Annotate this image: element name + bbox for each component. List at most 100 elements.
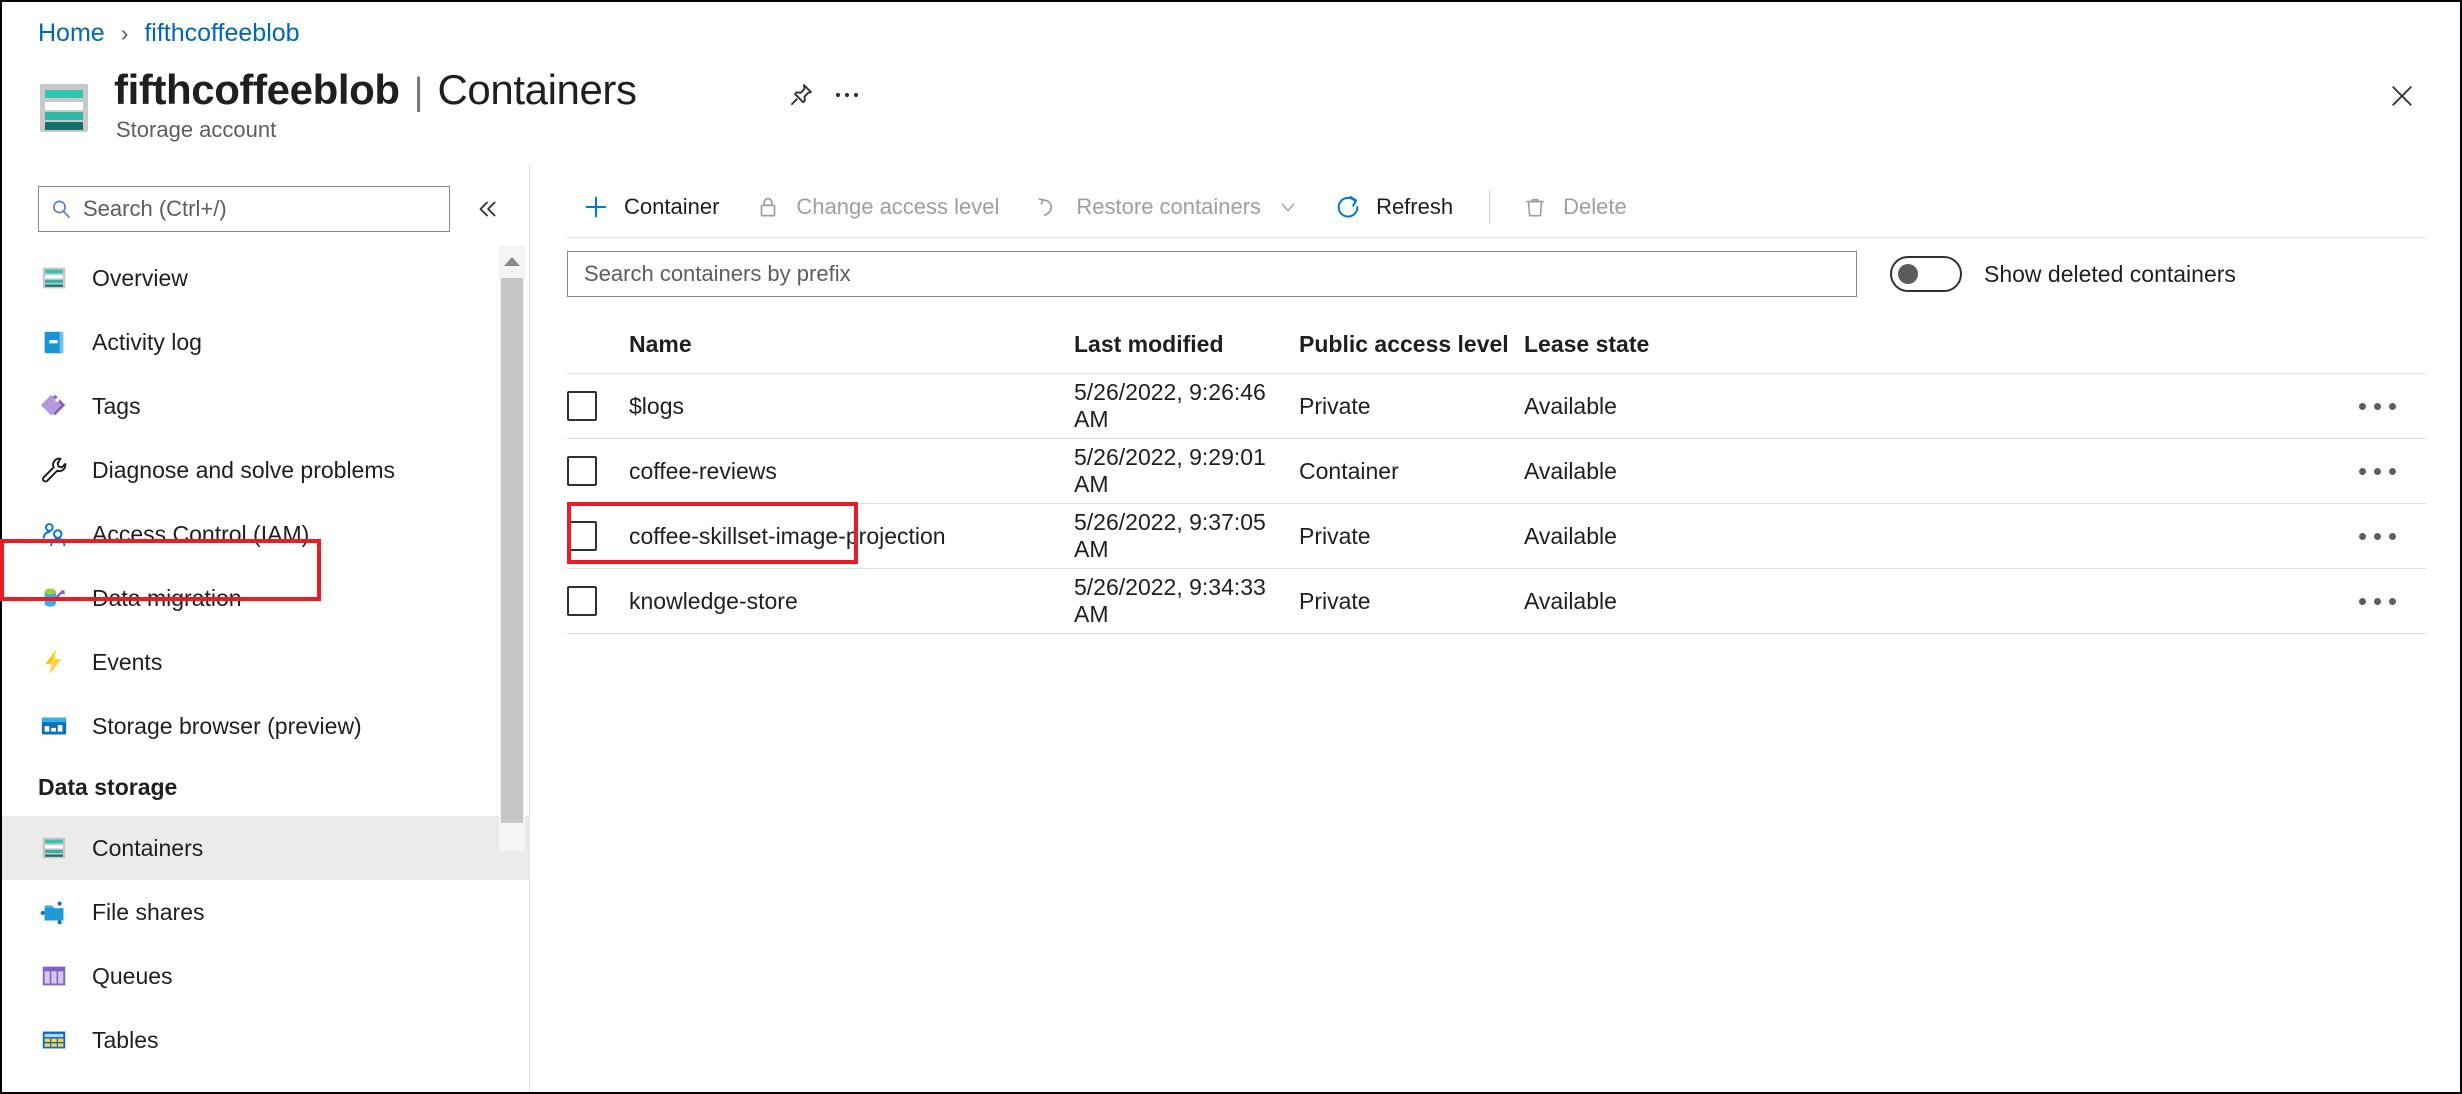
cell-last-modified: 5/26/2022, 9:34:33 AM — [1074, 574, 1266, 627]
toolbar-label: Restore containers — [1076, 193, 1262, 219]
pin-icon[interactable] — [778, 72, 824, 118]
cell-public-access-level: Container — [1299, 457, 1399, 484]
more-options-icon[interactable] — [2350, 451, 2404, 491]
row-checkbox-cell — [567, 521, 629, 551]
table-row[interactable]: coffee-skillset-image-projection 5/26/20… — [567, 502, 2426, 569]
row-checkbox[interactable] — [567, 456, 597, 486]
table-row[interactable]: coffee-reviews 5/26/2022, 9:29:01 AM Con… — [567, 439, 2426, 504]
search-input[interactable]: Search (Ctrl+/) — [38, 186, 450, 232]
table-row[interactable]: $logs 5/26/2022, 9:26:46 AM Private Avai… — [567, 374, 2426, 439]
cell-public-access-level: Private — [1299, 587, 1371, 614]
toolbar-label: Container — [624, 193, 720, 219]
cell-last-modified: 5/26/2022, 9:26:46 AM — [1074, 379, 1266, 432]
row-checkbox[interactable] — [567, 391, 597, 421]
command-toolbar: Container Change access level Restore co… — [567, 176, 2426, 238]
toggle-knob — [1898, 264, 1918, 284]
undo-icon — [1033, 192, 1063, 222]
nav-scrollbar[interactable] — [499, 246, 525, 851]
restore-containers-button[interactable]: Restore containers — [1019, 184, 1313, 230]
page-title-resource: fifthcoffeeblob — [114, 66, 400, 113]
row-checkbox-cell — [567, 586, 629, 616]
sidebar-item-access-control-iam[interactable]: Access Control (IAM) — [2, 502, 530, 566]
column-header-public-access-level[interactable]: Public access level — [1299, 331, 1524, 358]
storage-account-icon — [40, 84, 88, 132]
sidebar-item-tags[interactable]: Tags — [2, 374, 530, 438]
lightning-icon — [38, 646, 70, 678]
trash-icon — [1520, 192, 1550, 222]
sidebar-item-label: Queues — [92, 962, 173, 989]
filter-bar: Search containers by prefix Show deleted… — [567, 250, 2426, 298]
sidebar-item-label: Tags — [92, 392, 141, 419]
sidebar-item-tables[interactable]: Tables — [2, 1008, 530, 1072]
sidebar-item-label: Events — [92, 648, 163, 675]
toolbar-label: Change access level — [796, 193, 1000, 219]
scroll-up-arrow-icon[interactable] — [499, 246, 525, 276]
show-deleted-containers-toggle[interactable] — [1890, 256, 1962, 292]
row-checkbox[interactable] — [567, 521, 597, 551]
header-actions — [778, 72, 870, 118]
container-prefix-search-input[interactable]: Search containers by prefix — [567, 251, 1857, 297]
cell-public-access-level: Private — [1299, 522, 1371, 549]
cell-name[interactable]: coffee-skillset-image-projection — [629, 523, 1074, 550]
page-title-section: Containers — [437, 66, 638, 113]
cell-lease-state: Available — [1524, 587, 1617, 614]
breadcrumb-item-fifthcoffeeblob[interactable]: fifthcoffeeblob — [144, 19, 299, 48]
row-checkbox-cell — [567, 391, 629, 421]
cell-name[interactable]: $logs — [629, 393, 1074, 420]
breadcrumb-separator: › — [120, 19, 129, 46]
cell-last-modified: 5/26/2022, 9:29:01 AM — [1074, 444, 1266, 497]
sidebar-item-label: Activity log — [92, 328, 202, 355]
sidebar-item-file-shares[interactable]: File shares — [2, 880, 530, 944]
chevron-down-icon — [1277, 196, 1299, 218]
row-checkbox-cell — [567, 456, 629, 486]
breadcrumb-item-home[interactable]: Home — [38, 19, 105, 48]
queues-icon — [38, 960, 70, 992]
toolbar-label: Delete — [1563, 193, 1627, 219]
change-access-level-button[interactable]: Change access level — [739, 184, 1013, 230]
sidebar-item-label: Tables — [92, 1026, 159, 1053]
sidebar-item-diagnose-and-solve-problems[interactable]: Diagnose and solve problems — [2, 438, 530, 502]
close-icon[interactable] — [2380, 74, 2424, 118]
sidebar-item-activity-log[interactable]: Activity log — [2, 310, 530, 374]
delete-button[interactable]: Delete — [1506, 184, 1641, 230]
search-icon — [53, 200, 70, 219]
more-options-icon[interactable] — [2350, 386, 2404, 426]
sidebar-item-label: File shares — [92, 898, 205, 925]
sidebar-item-events[interactable]: Events — [2, 630, 530, 694]
double-chevron-left-icon[interactable] — [470, 192, 504, 226]
page-title: fifthcoffeeblob | Containers — [114, 66, 637, 114]
cell-lease-state: Available — [1524, 457, 1617, 484]
activity-log-icon — [38, 326, 70, 358]
lock-icon — [753, 192, 783, 222]
nav-group-data-storage: Data storage — [38, 773, 178, 800]
page-header: fifthcoffeeblob | Containers Storage acc… — [38, 60, 2424, 146]
sidebar-item-queues[interactable]: Queues — [2, 944, 530, 1008]
sidebar-item-label: Overview — [92, 264, 188, 291]
sidebar-item-containers[interactable]: Containers — [2, 816, 530, 880]
data-migration-icon — [38, 582, 70, 614]
more-options-icon[interactable] — [2350, 516, 2404, 556]
column-header-last-modified[interactable]: Last modified — [1074, 331, 1299, 358]
cell-name[interactable]: coffee-reviews — [629, 458, 1074, 485]
nav-scrollbar-thumb[interactable] — [501, 278, 523, 823]
sidebar-item-label: Storage browser (preview) — [92, 712, 362, 739]
row-checkbox[interactable] — [567, 586, 597, 616]
table-row[interactable]: knowledge-store 5/26/2022, 9:34:33 AM Pr… — [567, 569, 2426, 634]
file-shares-icon — [38, 896, 70, 928]
column-header-name[interactable]: Name — [629, 331, 1074, 358]
sidebar-item-data-migration[interactable]: Data migration — [2, 566, 530, 630]
cell-public-access-level: Private — [1299, 392, 1371, 419]
more-options-icon[interactable] — [2350, 581, 2404, 621]
sidebar-item-storage-browser-preview[interactable]: Storage browser (preview) — [2, 694, 530, 758]
sidebar-item-overview[interactable]: Overview — [2, 246, 530, 310]
refresh-button[interactable]: Refresh — [1319, 184, 1467, 230]
cell-name[interactable]: knowledge-store — [629, 588, 1074, 615]
column-header-lease-state[interactable]: Lease state — [1524, 331, 1774, 358]
nav-item-list: Overview Activity log Tags Diagnose and … — [2, 246, 530, 1092]
more-actions-icon[interactable] — [824, 72, 870, 118]
add-container-button[interactable]: Container — [567, 184, 733, 230]
tags-icon — [38, 390, 70, 422]
tables-icon — [38, 1024, 70, 1056]
toolbar-divider — [1489, 189, 1491, 224]
cell-lease-state: Available — [1524, 392, 1617, 419]
